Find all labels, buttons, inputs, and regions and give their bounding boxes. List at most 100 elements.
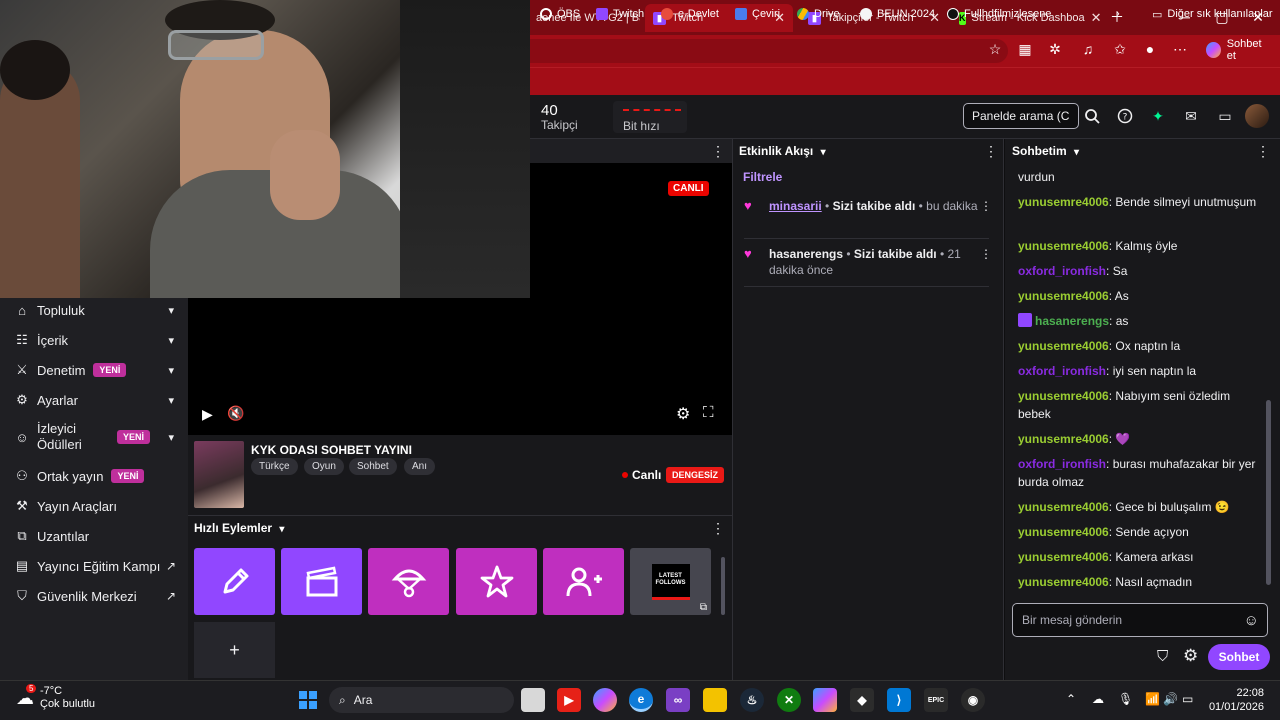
edge-icon[interactable]: e bbox=[629, 688, 653, 712]
more-options-icon[interactable]: ⋮ bbox=[711, 520, 725, 537]
split-icon[interactable]: ♫ bbox=[1078, 39, 1098, 59]
taskbar-clock[interactable]: 22:08 01/01/2026 bbox=[1200, 686, 1264, 714]
favorites-icon[interactable]: ✩ bbox=[1110, 39, 1130, 59]
quick-actions-title[interactable]: Hızlı Eylemler ▾ bbox=[194, 521, 284, 535]
bitrate-stat[interactable]: Bit hızı bbox=[613, 101, 687, 133]
help-icon[interactable]: ? bbox=[1115, 106, 1135, 126]
more-options-icon[interactable]: ⋮ bbox=[1256, 143, 1270, 160]
chat-user[interactable]: yunusemre4006 bbox=[1018, 432, 1109, 446]
bookmark-item[interactable]: Twitch bbox=[596, 5, 644, 23]
play-icon[interactable]: ▶ bbox=[202, 406, 213, 423]
activity-item[interactable]: ♥ minasarii • Sizi takibe aldı • bu daki… bbox=[744, 198, 992, 234]
quick-actions-scrollbar[interactable] bbox=[720, 545, 726, 669]
chat-user[interactable]: yunusemre4006 bbox=[1018, 575, 1109, 589]
battery-icon[interactable]: ▭ bbox=[1182, 692, 1193, 706]
fullscreen-icon[interactable]: ⛶ bbox=[703, 404, 714, 421]
m365-icon[interactable] bbox=[813, 688, 837, 712]
stream-tag[interactable]: Türkçe bbox=[251, 458, 298, 475]
onedrive-icon[interactable]: ☁ bbox=[1092, 692, 1104, 706]
volume-icon[interactable]: 🔊 bbox=[1163, 692, 1178, 706]
nav-item-izleyici-odulleri[interactable]: ☺ İzleyici Ödülleri YENİ ▾ bbox=[0, 420, 188, 454]
add-moderator-button[interactable] bbox=[543, 548, 624, 615]
search-icon[interactable] bbox=[1080, 103, 1104, 129]
extension-icon[interactable]: ▦ bbox=[1015, 39, 1035, 59]
steam-icon[interactable]: ♨ bbox=[740, 688, 764, 712]
nav-item-uzantilar[interactable]: ⧉ Uzantılar bbox=[0, 526, 188, 546]
copilot-icon[interactable] bbox=[593, 688, 617, 712]
xbox-icon[interactable]: ✕ bbox=[777, 688, 801, 712]
clip-button[interactable] bbox=[281, 548, 362, 615]
profile-icon[interactable]: ● bbox=[1140, 39, 1160, 59]
whispers-icon[interactable]: ▭ bbox=[1215, 106, 1235, 126]
chat-user[interactable]: yunusemre4006 bbox=[1018, 289, 1109, 303]
chat-user[interactable]: yunusemre4006 bbox=[1018, 389, 1109, 403]
chat-user[interactable]: oxford_ironfish bbox=[1018, 364, 1106, 378]
edit-stream-info-button[interactable] bbox=[194, 548, 275, 615]
category-thumbnail[interactable] bbox=[194, 441, 244, 508]
chat-send-button[interactable]: Sohbet bbox=[1208, 644, 1270, 670]
activity-user[interactable]: minasarii bbox=[769, 199, 822, 213]
chat-user[interactable]: yunusemre4006 bbox=[1018, 339, 1109, 353]
puzzle-icon[interactable]: ✲ bbox=[1045, 39, 1065, 59]
more-options-icon[interactable]: ⋮ bbox=[984, 143, 998, 160]
chat-user[interactable]: oxford_ironfish bbox=[1018, 457, 1106, 471]
chat-user[interactable]: yunusemre4006 bbox=[1018, 500, 1109, 514]
copilot-button[interactable]: Sohbet et bbox=[1196, 38, 1280, 62]
wifi-icon[interactable]: 📶 bbox=[1145, 692, 1160, 706]
other-bookmarks[interactable]: ▭ Diğer sık kullanılanlar bbox=[1152, 5, 1273, 23]
nav-item-denetim[interactable]: ⚔ Denetim YENİ ▾ bbox=[0, 360, 188, 380]
nav-item-egitim-kampi[interactable]: ▤ Yayıncı Eğitim Kampı ↗ bbox=[0, 556, 188, 576]
emoji-icon[interactable]: ☺ bbox=[1244, 612, 1259, 629]
inbox-icon[interactable]: ✉ bbox=[1181, 106, 1201, 126]
settings-icon[interactable]: ⚙ bbox=[676, 404, 690, 424]
windows-start-icon[interactable] bbox=[296, 688, 320, 712]
taskbar-search[interactable]: ⌕ Ara bbox=[329, 687, 514, 713]
filter-button[interactable]: Filtrele bbox=[743, 170, 782, 184]
latest-follows-tile[interactable]: LATEST FOLLOWS ⧉ bbox=[630, 548, 711, 615]
nav-item-topluluk[interactable]: ⌂ Topluluk ▾ bbox=[0, 300, 188, 320]
visual-studio-icon[interactable]: ∞ bbox=[666, 688, 690, 712]
chevron-right-icon[interactable]: › bbox=[1116, 5, 1120, 23]
chat-user[interactable]: oxford_ironfish bbox=[1018, 264, 1106, 278]
task-view-icon[interactable] bbox=[521, 688, 545, 712]
chat-user[interactable]: hasanerengs bbox=[1035, 314, 1109, 328]
nav-item-ayarlar[interactable]: ⚙ Ayarlar ▾ bbox=[0, 390, 188, 410]
close-icon[interactable]: ✕ bbox=[1091, 10, 1101, 26]
nav-item-ortak-yayin[interactable]: ⚇ Ortak yayın YENİ bbox=[0, 466, 188, 486]
chat-user[interactable]: yunusemre4006 bbox=[1018, 525, 1109, 539]
shoutout-button[interactable] bbox=[456, 548, 537, 615]
activity-item[interactable]: ♥ hasanerengs • Sizi takibe aldı • 21 da… bbox=[744, 246, 992, 282]
nav-item-yayin-araclari[interactable]: ⚒ Yayın Araçları bbox=[0, 496, 188, 516]
gear-icon[interactable]: ⚙ bbox=[1183, 646, 1198, 666]
obs-icon[interactable]: ◉ bbox=[961, 688, 985, 712]
chat-scrollbar[interactable] bbox=[1266, 400, 1271, 585]
sparkle-icon[interactable]: ✦ bbox=[1148, 106, 1168, 126]
bookmark-item[interactable]: Çeviri bbox=[735, 5, 780, 23]
raid-button[interactable] bbox=[368, 548, 449, 615]
file-explorer-icon[interactable] bbox=[703, 688, 727, 712]
stream-title[interactable]: KYK ODASI SOHBET YAYINI bbox=[251, 443, 412, 457]
weather-widget[interactable]: ☁ 5 -7°C Çok bulutlu bbox=[16, 683, 95, 711]
panel-search-input[interactable]: Panelde arama (C bbox=[963, 103, 1079, 129]
nav-item-guvenlik-merkezi[interactable]: ⛉ Güvenlik Merkezi ↗ bbox=[0, 586, 188, 606]
bookmark-item[interactable]: BEUN 2024 bbox=[860, 5, 935, 23]
more-icon[interactable]: ⋯ bbox=[1170, 39, 1190, 59]
mute-icon[interactable]: 🔇 bbox=[227, 405, 244, 422]
activity-user[interactable]: hasanerengs bbox=[769, 247, 843, 261]
add-quick-action-button[interactable]: + bbox=[194, 622, 275, 678]
vscode-icon[interactable]: ⟩ bbox=[887, 688, 911, 712]
bookmark-item[interactable]: Fullhdfilmizlesene bbox=[947, 5, 1051, 23]
shield-icon[interactable]: ⛉ bbox=[1157, 648, 1168, 665]
unity-icon[interactable]: ◆ bbox=[850, 688, 874, 712]
star-favorite-icon[interactable]: ☆ bbox=[985, 39, 1005, 59]
epic-games-icon[interactable]: EPIC bbox=[924, 688, 948, 712]
chat-user[interactable]: yunusemre4006 bbox=[1018, 239, 1109, 253]
activity-feed-title[interactable]: Etkinlik Akışı ▾ bbox=[739, 144, 826, 158]
avatar[interactable] bbox=[1245, 104, 1269, 128]
more-options-icon[interactable]: ⋮ bbox=[980, 246, 992, 262]
followers-stat[interactable]: 40 Takipçi bbox=[531, 101, 603, 133]
stream-health-badge[interactable]: DENGESİZ bbox=[666, 467, 725, 483]
youtube-icon[interactable]: ▶ bbox=[557, 688, 581, 712]
chevron-up-icon[interactable]: ⌃ bbox=[1066, 692, 1076, 706]
stream-tag[interactable]: Sohbet bbox=[349, 458, 397, 475]
